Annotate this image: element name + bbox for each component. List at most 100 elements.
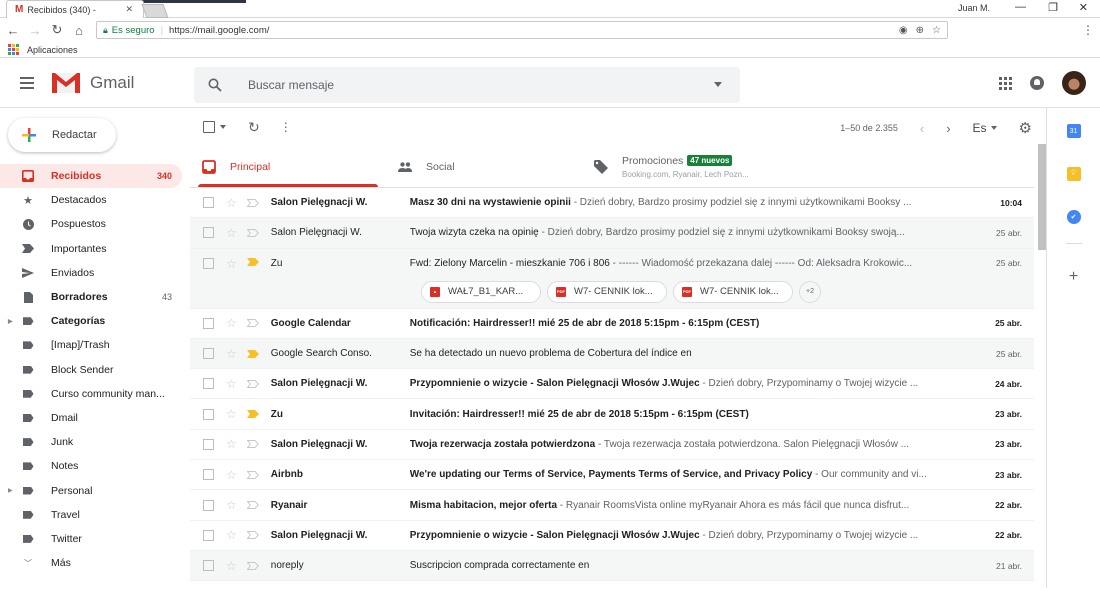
sidebar-item-personal[interactable]: ▶ Personal xyxy=(0,478,182,502)
email-row[interactable]: ☆ Salon Pielęgnacji W. Przypomnienie o wiz… xyxy=(190,369,1034,400)
sidebar-item-sent[interactable]: Enviados xyxy=(0,261,182,285)
search-bar[interactable] xyxy=(194,67,740,103)
row-checkbox[interactable] xyxy=(203,348,214,360)
close-tab-icon[interactable]: ✕ xyxy=(125,4,133,15)
expand-arrow-icon[interactable]: ▶ xyxy=(8,487,13,494)
browser-menu-icon[interactable]: ⋮ xyxy=(1082,23,1094,37)
sidebar-item-snoozed[interactable]: Pospuestos xyxy=(0,212,182,236)
star-icon[interactable]: ☆ xyxy=(226,258,237,270)
row-checkbox[interactable] xyxy=(203,257,214,269)
calendar-icon[interactable]: 31 xyxy=(1066,124,1081,138)
important-marker-icon[interactable] xyxy=(246,470,259,479)
avatar[interactable] xyxy=(1062,71,1086,95)
expand-arrow-icon[interactable]: ▶ xyxy=(8,318,13,325)
new-tab-button[interactable] xyxy=(141,4,169,18)
row-checkbox[interactable] xyxy=(203,560,214,572)
input-tools-caret-icon[interactable] xyxy=(990,126,997,130)
profile-name[interactable]: Juan M. xyxy=(958,3,990,13)
star-icon[interactable]: ☆ xyxy=(226,529,237,541)
back-icon[interactable]: ← xyxy=(6,23,20,38)
refresh-icon[interactable]: ↻ xyxy=(248,119,260,136)
star-icon[interactable]: ☆ xyxy=(226,560,237,572)
prev-page-icon[interactable]: ‹ xyxy=(920,121,924,136)
more-options-icon[interactable]: ⋮ xyxy=(280,120,292,134)
bookmark-apps[interactable]: Aplicaciones xyxy=(27,45,78,55)
gmail-logo[interactable]: Gmail xyxy=(52,72,134,93)
tab-social[interactable]: Social xyxy=(386,146,582,187)
star-icon[interactable]: ☆ xyxy=(226,469,237,481)
sidebar-item-block-sender[interactable]: Block Sender xyxy=(0,358,182,382)
restore-icon[interactable]: ❐ xyxy=(1048,1,1058,14)
sidebar-item-important[interactable]: Importantes xyxy=(0,237,182,261)
row-checkbox[interactable] xyxy=(203,378,214,390)
sidebar-item-more[interactable]: ﹀ Más xyxy=(0,551,182,575)
sidebar-item-notes[interactable]: Notes xyxy=(0,454,182,478)
sidebar-item-starred[interactable]: ★ Destacados xyxy=(0,188,182,212)
browser-tab[interactable]: M Recibidos (340) - ✕ xyxy=(6,0,144,18)
select-all-checkbox[interactable] xyxy=(203,121,215,133)
tasks-icon[interactable]: ✔ xyxy=(1066,210,1081,224)
apps-icon[interactable] xyxy=(8,44,19,55)
keep-icon[interactable]: 💡︎ xyxy=(1066,167,1081,181)
important-marker-icon[interactable] xyxy=(246,501,259,510)
main-menu-icon[interactable] xyxy=(20,76,34,89)
google-apps-icon[interactable] xyxy=(999,76,1012,90)
home-icon[interactable]: ⌂ xyxy=(72,23,86,38)
star-icon[interactable]: ☆ xyxy=(226,378,237,390)
important-marker-icon[interactable] xyxy=(246,561,259,570)
important-marker-icon[interactable] xyxy=(246,531,259,540)
row-checkbox[interactable] xyxy=(203,197,214,209)
email-row[interactable]: ☆ Zu Invitación: Hairdresser!! mié 25 de a… xyxy=(190,399,1034,430)
email-row[interactable]: ☆ Salon Pielęgnacji W. Przypomnienie o wiz… xyxy=(190,520,1034,551)
compose-button[interactable]: Redactar xyxy=(8,118,116,152)
important-marker-icon[interactable] xyxy=(246,379,259,388)
forward-icon[interactable]: → xyxy=(28,23,42,38)
star-icon[interactable]: ☆ xyxy=(226,348,237,360)
tab-principal[interactable]: Principal xyxy=(190,146,386,187)
select-options-icon[interactable] xyxy=(220,125,226,129)
email-row[interactable]: ☆ Ryanair Misma habitacion, mejor oferta -… xyxy=(190,490,1034,521)
sidebar-item-categories[interactable]: ▶ Categorías xyxy=(0,309,182,333)
important-marker-icon[interactable] xyxy=(246,349,259,358)
row-checkbox[interactable] xyxy=(203,408,214,420)
important-marker-icon[interactable] xyxy=(246,440,259,449)
minimize-icon[interactable]: — xyxy=(1015,1,1026,13)
scrollbar[interactable] xyxy=(1038,144,1046,250)
email-row[interactable]: ☆ Google Calendar Notificación: Hairdresse… xyxy=(190,308,1034,339)
email-row[interactable]: ☆ Salon Pielęgnacji W. Masz 30 dni na wyst… xyxy=(190,188,1034,219)
address-bar[interactable]: 🔒︎ Es seguro | https://mail.google.com/ … xyxy=(96,21,948,39)
attachment-chip[interactable]: PDF W7- CENNIK lok... xyxy=(673,280,793,303)
star-icon[interactable]: ☆ xyxy=(226,438,237,450)
star-icon[interactable]: ☆ xyxy=(226,499,237,511)
zoom-icon[interactable]: ⊕ xyxy=(916,25,924,36)
search-icon[interactable] xyxy=(208,78,222,92)
email-row[interactable]: ☆ Airbnb We're updating our Terms of Servi… xyxy=(190,460,1034,491)
close-window-icon[interactable]: ✕ xyxy=(1079,1,1088,14)
next-page-icon[interactable]: › xyxy=(946,121,950,136)
input-tools-button[interactable]: Es xyxy=(973,121,987,135)
star-icon[interactable]: ☆ xyxy=(226,197,237,209)
important-marker-icon[interactable] xyxy=(246,319,259,328)
settings-gear-icon[interactable]: ⚙ xyxy=(1019,119,1032,137)
sidebar-item-junk[interactable]: Junk xyxy=(0,430,182,454)
sidebar-item-drafts[interactable]: Borradores 43 xyxy=(0,285,182,309)
email-row[interactable]: ☆ Salon Pielęgnacji W. Twoja rezerwacja zo… xyxy=(190,429,1034,461)
row-checkbox[interactable] xyxy=(203,227,214,239)
row-checkbox[interactable] xyxy=(203,529,214,541)
star-icon[interactable]: ☆ xyxy=(226,408,237,420)
email-row[interactable]: ☆ Google Search Conso. Se ha detectado un … xyxy=(190,338,1034,370)
notifications-icon[interactable] xyxy=(1030,76,1044,90)
row-checkbox[interactable] xyxy=(203,499,214,511)
important-marker-icon[interactable] xyxy=(246,228,259,237)
important-marker-icon[interactable] xyxy=(246,257,259,266)
add-addon-icon[interactable]: + xyxy=(1069,268,1078,286)
eye-icon[interactable]: ◉ xyxy=(899,25,908,36)
star-icon[interactable]: ☆ xyxy=(226,317,237,329)
sidebar-item-travel[interactable]: Travel xyxy=(0,503,182,527)
sidebar-item-twitter[interactable]: Twitter xyxy=(0,527,182,551)
tab-promociones[interactable]: Promociones 47 nuevos Booking.com, Ryana… xyxy=(582,146,842,187)
row-checkbox[interactable] xyxy=(203,317,214,329)
email-row[interactable]: ☆ Salon Pielęgnacji W. Twoja wizyta czeka … xyxy=(190,218,1034,249)
email-row[interactable]: ☆ Zu Fwd: Zielony Marcelin - mieszkanie 70… xyxy=(190,248,1034,309)
sidebar-item-imap-trash[interactable]: [Imap]/Trash xyxy=(0,333,182,357)
